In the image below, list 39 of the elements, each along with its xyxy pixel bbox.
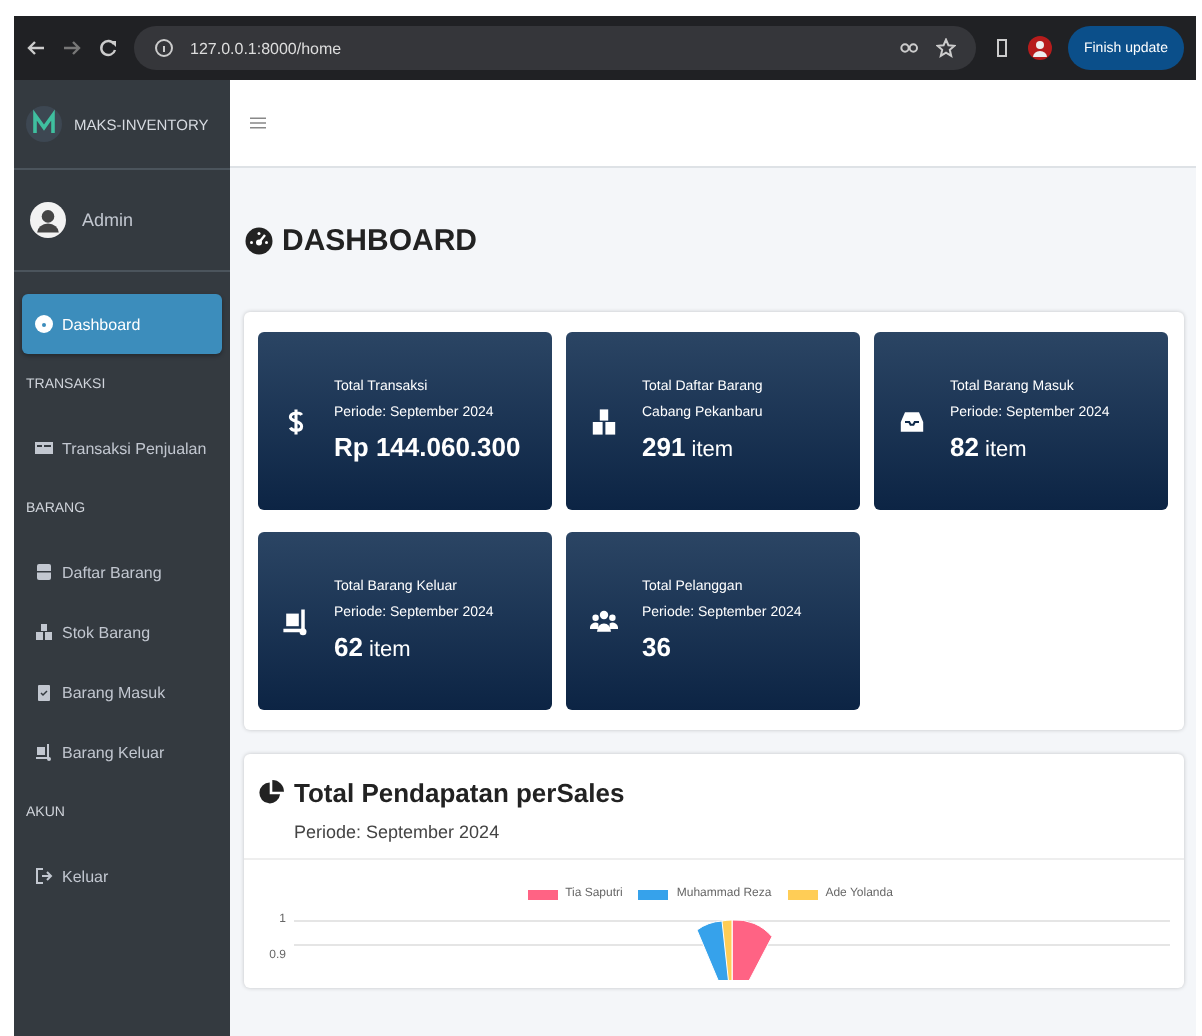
user-name: Admin (82, 210, 134, 230)
logo-icon (26, 106, 62, 142)
stat-value: 82 item (950, 432, 1029, 462)
url-text: 127.0.0.1:8000/home (190, 39, 342, 57)
address-bar[interactable]: 127.0.0.1:8000/home (134, 26, 976, 70)
boxes-icon (590, 407, 618, 435)
sidebar-item[interactable]: Barang Masuk (22, 662, 222, 722)
stat-value: Rp 144.060.300 (334, 432, 521, 462)
sidebar-item[interactable]: Stok Barang (22, 602, 222, 662)
forward-icon[interactable] (62, 38, 82, 58)
box-icon (34, 562, 54, 582)
gauge-icon (244, 225, 274, 255)
dolly-icon (34, 742, 54, 762)
menu-icon[interactable] (250, 116, 266, 130)
inbox-icon (898, 407, 926, 435)
users-icon (590, 607, 618, 635)
chart-subtitle: Periode: September 2024 (294, 822, 502, 842)
sidebar-item[interactable]: Transaksi Penjualan (22, 418, 222, 478)
boxes-icon (34, 622, 54, 642)
sidebar-item[interactable]: Keluar (22, 846, 222, 906)
back-icon[interactable] (26, 38, 46, 58)
stat-value: 291 item (642, 432, 736, 462)
sidebar-item[interactable]: Daftar Barang (22, 542, 222, 602)
sidebar-item[interactable]: Barang Keluar (22, 722, 222, 782)
user-avatar-icon (30, 202, 66, 238)
pie-chart-icon (258, 780, 284, 806)
info-icon (154, 38, 174, 58)
page-title: DASHBOARD (282, 223, 477, 257)
clipboard-icon (34, 682, 54, 702)
chart-title: Total Pendapatan perSales (294, 778, 625, 808)
sidebar-item[interactable]: Dashboard (22, 294, 222, 354)
keyboard-icon (34, 438, 54, 458)
stat-value: 36 (642, 632, 673, 662)
stat-value: 62 item (334, 632, 413, 662)
profile-avatar-icon[interactable] (1027, 36, 1052, 60)
dolly-icon (282, 607, 310, 635)
logout-icon (34, 866, 54, 886)
star-icon[interactable] (935, 38, 956, 58)
reload-icon[interactable] (98, 38, 118, 58)
